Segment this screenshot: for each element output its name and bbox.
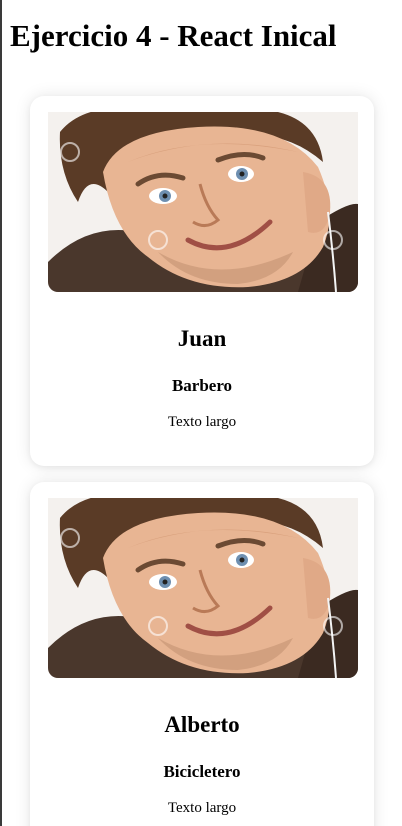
smiling-man-photo-icon [48,498,358,678]
page-title: Ejercicio 4 - React Inical [10,18,337,53]
card-role: Bicicletero [163,762,241,781]
smiling-man-photo-icon [48,112,358,292]
card-role: Barbero [171,376,233,395]
window-left-edge [0,0,2,826]
card-name: Juan [177,326,227,351]
profile-photo [48,498,358,678]
card-description: Texto largo [167,800,237,816]
page: Ejercicio 4 - React Inical Juan Barbero … [0,0,402,826]
card-name: Alberto [164,712,240,737]
card-description: Texto largo [167,414,237,430]
profile-card: Juan Barbero Texto largo [30,96,374,466]
profile-card: Alberto Bicicletero Texto largo [30,482,374,826]
profile-photo [48,112,358,292]
